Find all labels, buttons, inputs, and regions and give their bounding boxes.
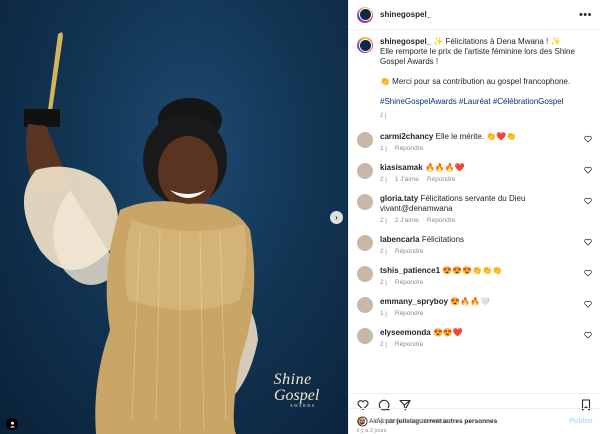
heart-icon[interactable]	[584, 166, 592, 174]
reply-button[interactable]: Répondre	[395, 248, 424, 255]
heart-icon[interactable]	[584, 238, 592, 246]
reply-button[interactable]: Répondre	[427, 176, 456, 183]
caption-line-1: ✨ Félicitations à Dena Mwana ! ✨	[433, 37, 561, 46]
comment-likes[interactable]: 2 J'aime	[395, 217, 419, 224]
comment-time: 2 j	[380, 176, 387, 183]
publish-button[interactable]: Publier	[569, 418, 593, 425]
commenter-username[interactable]: emmany_spryboy	[380, 297, 448, 306]
caption-time: 2 j	[380, 113, 387, 119]
comment-item: gloria.taty Félicitations servante du Di…	[357, 194, 592, 224]
user-icon	[9, 421, 15, 427]
commenter-username[interactable]: kiasisamak	[380, 163, 423, 172]
emoji-icon[interactable]	[357, 416, 368, 427]
heart-icon[interactable]	[584, 197, 592, 205]
next-photo-button[interactable]: ›	[330, 211, 343, 224]
tagged-users-button[interactable]	[6, 418, 18, 430]
author-username[interactable]: shinegospel_	[380, 10, 431, 19]
caption-username[interactable]: shinegospel_	[380, 37, 431, 46]
reply-button[interactable]: Répondre	[427, 217, 456, 224]
comment-item: labencarla Félicitations 2 j Répondre	[357, 235, 592, 255]
comment-item: emmany_spryboy 😍🔥🔥🤍 1 j Répondre	[357, 297, 592, 317]
comment-text: Félicitations	[421, 235, 465, 244]
heart-icon[interactable]	[584, 331, 592, 339]
commenter-avatar[interactable]	[357, 132, 373, 148]
reply-button[interactable]: Répondre	[395, 310, 424, 317]
comment-text: 🔥🔥🔥❤️	[424, 163, 465, 172]
caption-line-2: Elle remporte le prix de l'artiste fémin…	[380, 47, 575, 66]
commenter-avatar[interactable]	[357, 235, 373, 251]
post-header: shinegospel_ •••	[349, 0, 600, 30]
commenter-username[interactable]: labencarla	[380, 235, 420, 244]
commenter-username[interactable]: tshis_patience1	[380, 266, 440, 275]
comment-item: kiasisamak 🔥🔥🔥❤️ 2 j 1 J'aime Répondre	[357, 163, 592, 183]
heart-icon[interactable]	[584, 135, 592, 143]
comment-likes[interactable]: 1 J'aime	[395, 176, 419, 183]
post-caption: shinegospel_ ✨ Félicitations à Dena Mwan…	[357, 37, 592, 121]
comment-text: 😍😍😍👏👏👏	[442, 266, 503, 275]
reply-button[interactable]: Répondre	[395, 145, 424, 152]
photo-illustration	[23, 32, 258, 434]
reply-button[interactable]: Répondre	[395, 341, 424, 348]
comment-item: tshis_patience1 😍😍😍👏👏👏 2 j Répondre	[357, 266, 592, 286]
commenter-username[interactable]: gloria.taty	[380, 194, 418, 203]
add-comment-bar: Ajouter un commentaire… Publier	[349, 408, 600, 434]
caption-author-avatar[interactable]	[357, 37, 373, 53]
commenter-avatar[interactable]	[357, 328, 373, 344]
comment-time: 2 j	[380, 341, 387, 348]
shine-gospel-awards-logo: Shine Gospel AWARDS	[273, 371, 320, 409]
comments-section[interactable]: shinegospel_ ✨ Félicitations à Dena Mwan…	[349, 30, 600, 393]
comment-time: 1 j	[380, 310, 387, 317]
comment-text: 😍🔥🔥🤍	[450, 297, 491, 306]
comment-text: 😍😍❤️	[432, 328, 463, 337]
comment-time: 2 j	[380, 248, 387, 255]
commenter-username[interactable]: elyseemonda	[380, 328, 431, 337]
heart-icon[interactable]	[584, 300, 592, 308]
heart-icon[interactable]	[584, 269, 592, 277]
commenter-avatar[interactable]	[357, 163, 373, 179]
caption-line-3: 👏 Merci pour sa contribution au gospel f…	[380, 77, 571, 86]
comment-item: carmi2chancy Elle le mérite. 👏❤️👏 1 j Rép…	[357, 132, 592, 152]
comment-time: 2 j	[380, 279, 387, 286]
post-photo[interactable]: Shine Gospel AWARDS ›	[0, 0, 348, 434]
post-details-panel: shinegospel_ ••• shinegospel_ ✨ Félicita…	[348, 0, 600, 434]
comment-input[interactable]: Ajouter un commentaire…	[376, 418, 457, 425]
comment-text: Elle le mérite. 👏❤️👏	[435, 132, 517, 141]
post-modal: Shine Gospel AWARDS › shinegospel_ ••• s…	[0, 0, 600, 434]
commenter-username[interactable]: carmi2chancy	[380, 132, 433, 141]
comment-item: elyseemonda 😍😍❤️ 2 j Répondre	[357, 328, 592, 348]
commenter-avatar[interactable]	[357, 194, 373, 210]
comment-time: 1 j	[380, 145, 387, 152]
reply-button[interactable]: Répondre	[395, 279, 424, 286]
more-options-icon[interactable]: •••	[579, 9, 592, 21]
commenter-avatar[interactable]	[357, 266, 373, 282]
commenter-avatar[interactable]	[357, 297, 373, 313]
comment-time: 2 j	[380, 217, 387, 224]
author-avatar[interactable]	[357, 6, 373, 23]
caption-hashtags[interactable]: #ShineGospelAwards #Lauréat #Célébration…	[380, 97, 585, 107]
